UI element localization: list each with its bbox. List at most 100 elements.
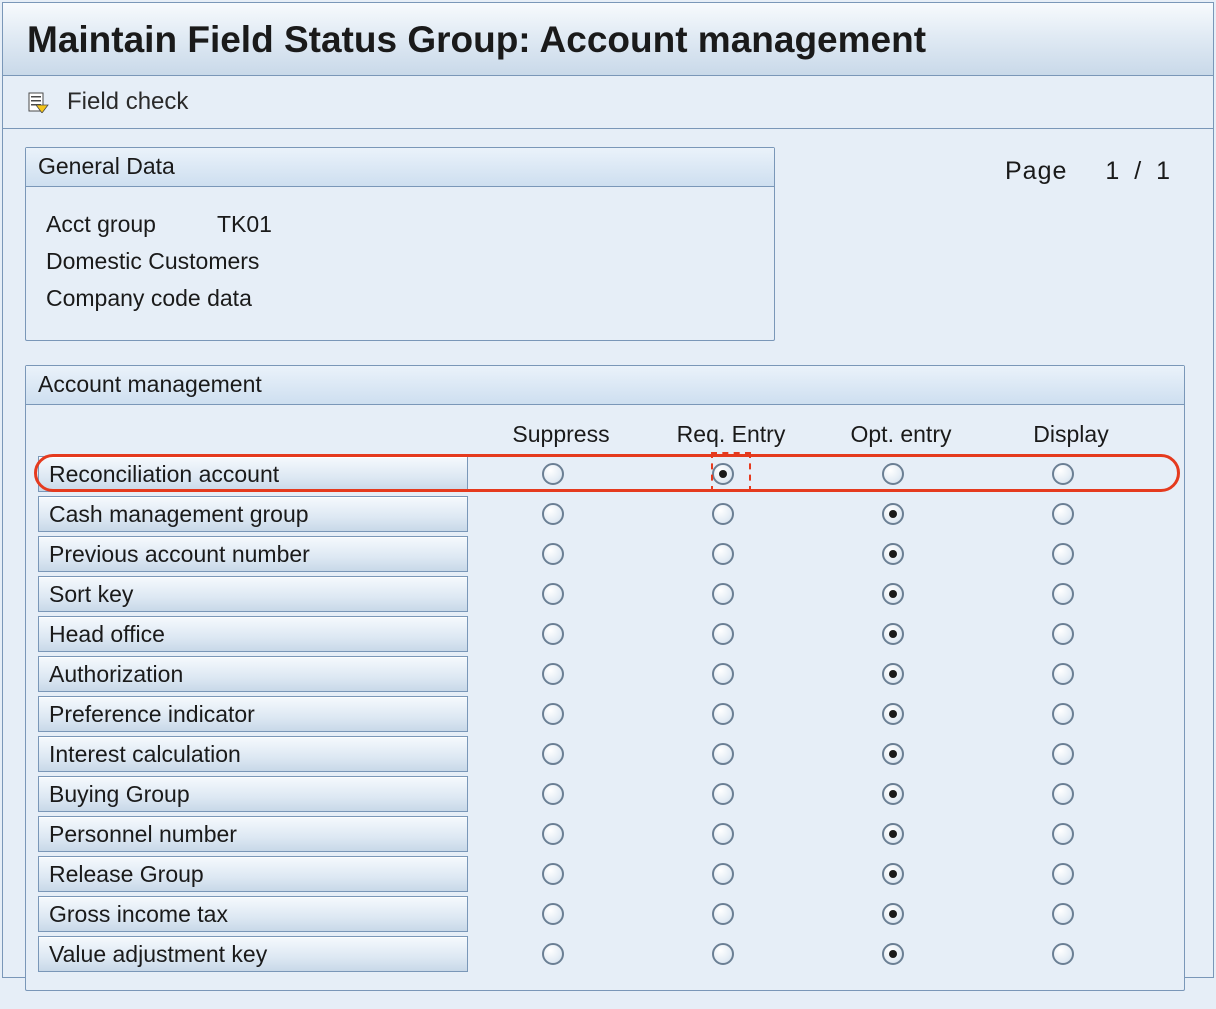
radio-opt-entry[interactable] (882, 703, 904, 725)
radio-cell-suppress (468, 903, 638, 925)
radio-cell-display (978, 743, 1148, 765)
radio-cell-opt-entry (808, 823, 978, 845)
field-row: Previous account number (36, 534, 1174, 574)
radio-display[interactable] (1052, 583, 1074, 605)
radio-opt-entry[interactable] (882, 663, 904, 685)
radio-suppress[interactable] (542, 943, 564, 965)
radio-opt-entry[interactable] (882, 583, 904, 605)
radio-req-entry[interactable] (712, 863, 734, 885)
radio-suppress[interactable] (542, 783, 564, 805)
radio-opt-entry[interactable] (882, 823, 904, 845)
radio-display[interactable] (1052, 463, 1074, 485)
radio-opt-entry[interactable] (882, 903, 904, 925)
radio-suppress[interactable] (542, 463, 564, 485)
radio-suppress[interactable] (542, 543, 564, 565)
radio-cell-display (978, 543, 1148, 565)
page-current: 1 (1105, 157, 1120, 185)
company-code-section: Company code data (46, 285, 754, 312)
radio-cell-req-entry (638, 743, 808, 765)
radio-opt-entry[interactable] (882, 743, 904, 765)
radio-opt-entry[interactable] (882, 863, 904, 885)
radio-suppress[interactable] (542, 623, 564, 645)
radio-opt-entry[interactable] (882, 943, 904, 965)
radio-suppress[interactable] (542, 823, 564, 845)
grid-header: Suppress Req. Entry Opt. entry Display (36, 413, 1174, 454)
field-label: Personnel number (38, 816, 468, 852)
col-suppress: Suppress (476, 421, 646, 448)
radio-cell-req-entry (638, 663, 808, 685)
radio-cell-display (978, 663, 1148, 685)
radio-suppress[interactable] (542, 503, 564, 525)
page-total: 1 (1156, 157, 1171, 185)
radio-display[interactable] (1052, 743, 1074, 765)
radio-cell-display (978, 943, 1148, 965)
radio-cell-suppress (468, 743, 638, 765)
radio-cell-suppress (468, 543, 638, 565)
radio-req-entry[interactable] (712, 503, 734, 525)
radio-opt-entry[interactable] (882, 783, 904, 805)
field-row: Interest calculation (36, 734, 1174, 774)
radio-cell-display (978, 703, 1148, 725)
radio-display[interactable] (1052, 623, 1074, 645)
radio-display[interactable] (1052, 783, 1074, 805)
radio-cell-opt-entry (808, 663, 978, 685)
window-title: Maintain Field Status Group: Account man… (27, 19, 1193, 61)
radio-cell-opt-entry (808, 783, 978, 805)
radio-suppress[interactable] (542, 703, 564, 725)
radio-req-entry[interactable] (712, 743, 734, 765)
page-indicator: Page 1 / 1 (1005, 147, 1191, 186)
field-label: Previous account number (38, 536, 468, 572)
radio-cell-display (978, 903, 1148, 925)
radio-req-entry[interactable] (712, 943, 734, 965)
radio-cell-suppress (468, 823, 638, 845)
field-label: Reconciliation account (38, 456, 468, 492)
radio-display[interactable] (1052, 503, 1074, 525)
radio-display[interactable] (1052, 663, 1074, 685)
field-row: Sort key (36, 574, 1174, 614)
radio-req-entry[interactable] (712, 663, 734, 685)
field-check-button[interactable]: Field check (67, 88, 188, 116)
radio-suppress[interactable] (542, 863, 564, 885)
field-label: Interest calculation (38, 736, 468, 772)
radio-cell-suppress (468, 943, 638, 965)
radio-req-entry[interactable] (712, 703, 734, 725)
radio-suppress[interactable] (542, 663, 564, 685)
radio-req-entry[interactable] (712, 583, 734, 605)
radio-display[interactable] (1052, 943, 1074, 965)
radio-req-entry[interactable] (712, 823, 734, 845)
radio-suppress[interactable] (542, 583, 564, 605)
radio-cell-opt-entry (808, 623, 978, 645)
radio-cell-display (978, 503, 1148, 525)
radio-suppress[interactable] (542, 743, 564, 765)
field-label: Gross income tax (38, 896, 468, 932)
radio-req-entry[interactable] (712, 783, 734, 805)
radio-opt-entry[interactable] (882, 503, 904, 525)
field-row: Cash management group (36, 494, 1174, 534)
radio-cell-req-entry (638, 823, 808, 845)
radio-display[interactable] (1052, 903, 1074, 925)
radio-cell-req-entry (638, 463, 808, 485)
field-row: Value adjustment key (36, 934, 1174, 974)
radio-display[interactable] (1052, 823, 1074, 845)
field-label: Cash management group (38, 496, 468, 532)
radio-opt-entry[interactable] (882, 543, 904, 565)
radio-req-entry[interactable] (712, 463, 734, 485)
col-req-entry: Req. Entry (646, 421, 816, 448)
radio-suppress[interactable] (542, 903, 564, 925)
radio-cell-req-entry (638, 583, 808, 605)
radio-req-entry[interactable] (712, 903, 734, 925)
radio-display[interactable] (1052, 863, 1074, 885)
acct-group-value: TK01 (217, 211, 272, 237)
radio-display[interactable] (1052, 703, 1074, 725)
radio-req-entry[interactable] (712, 623, 734, 645)
radio-opt-entry[interactable] (882, 623, 904, 645)
radio-cell-req-entry (638, 623, 808, 645)
radio-display[interactable] (1052, 543, 1074, 565)
field-check-icon[interactable] (27, 91, 49, 113)
radio-cell-suppress (468, 783, 638, 805)
radio-opt-entry[interactable] (882, 463, 904, 485)
field-label: Sort key (38, 576, 468, 612)
radio-cell-opt-entry (808, 583, 978, 605)
radio-cell-opt-entry (808, 943, 978, 965)
radio-req-entry[interactable] (712, 543, 734, 565)
